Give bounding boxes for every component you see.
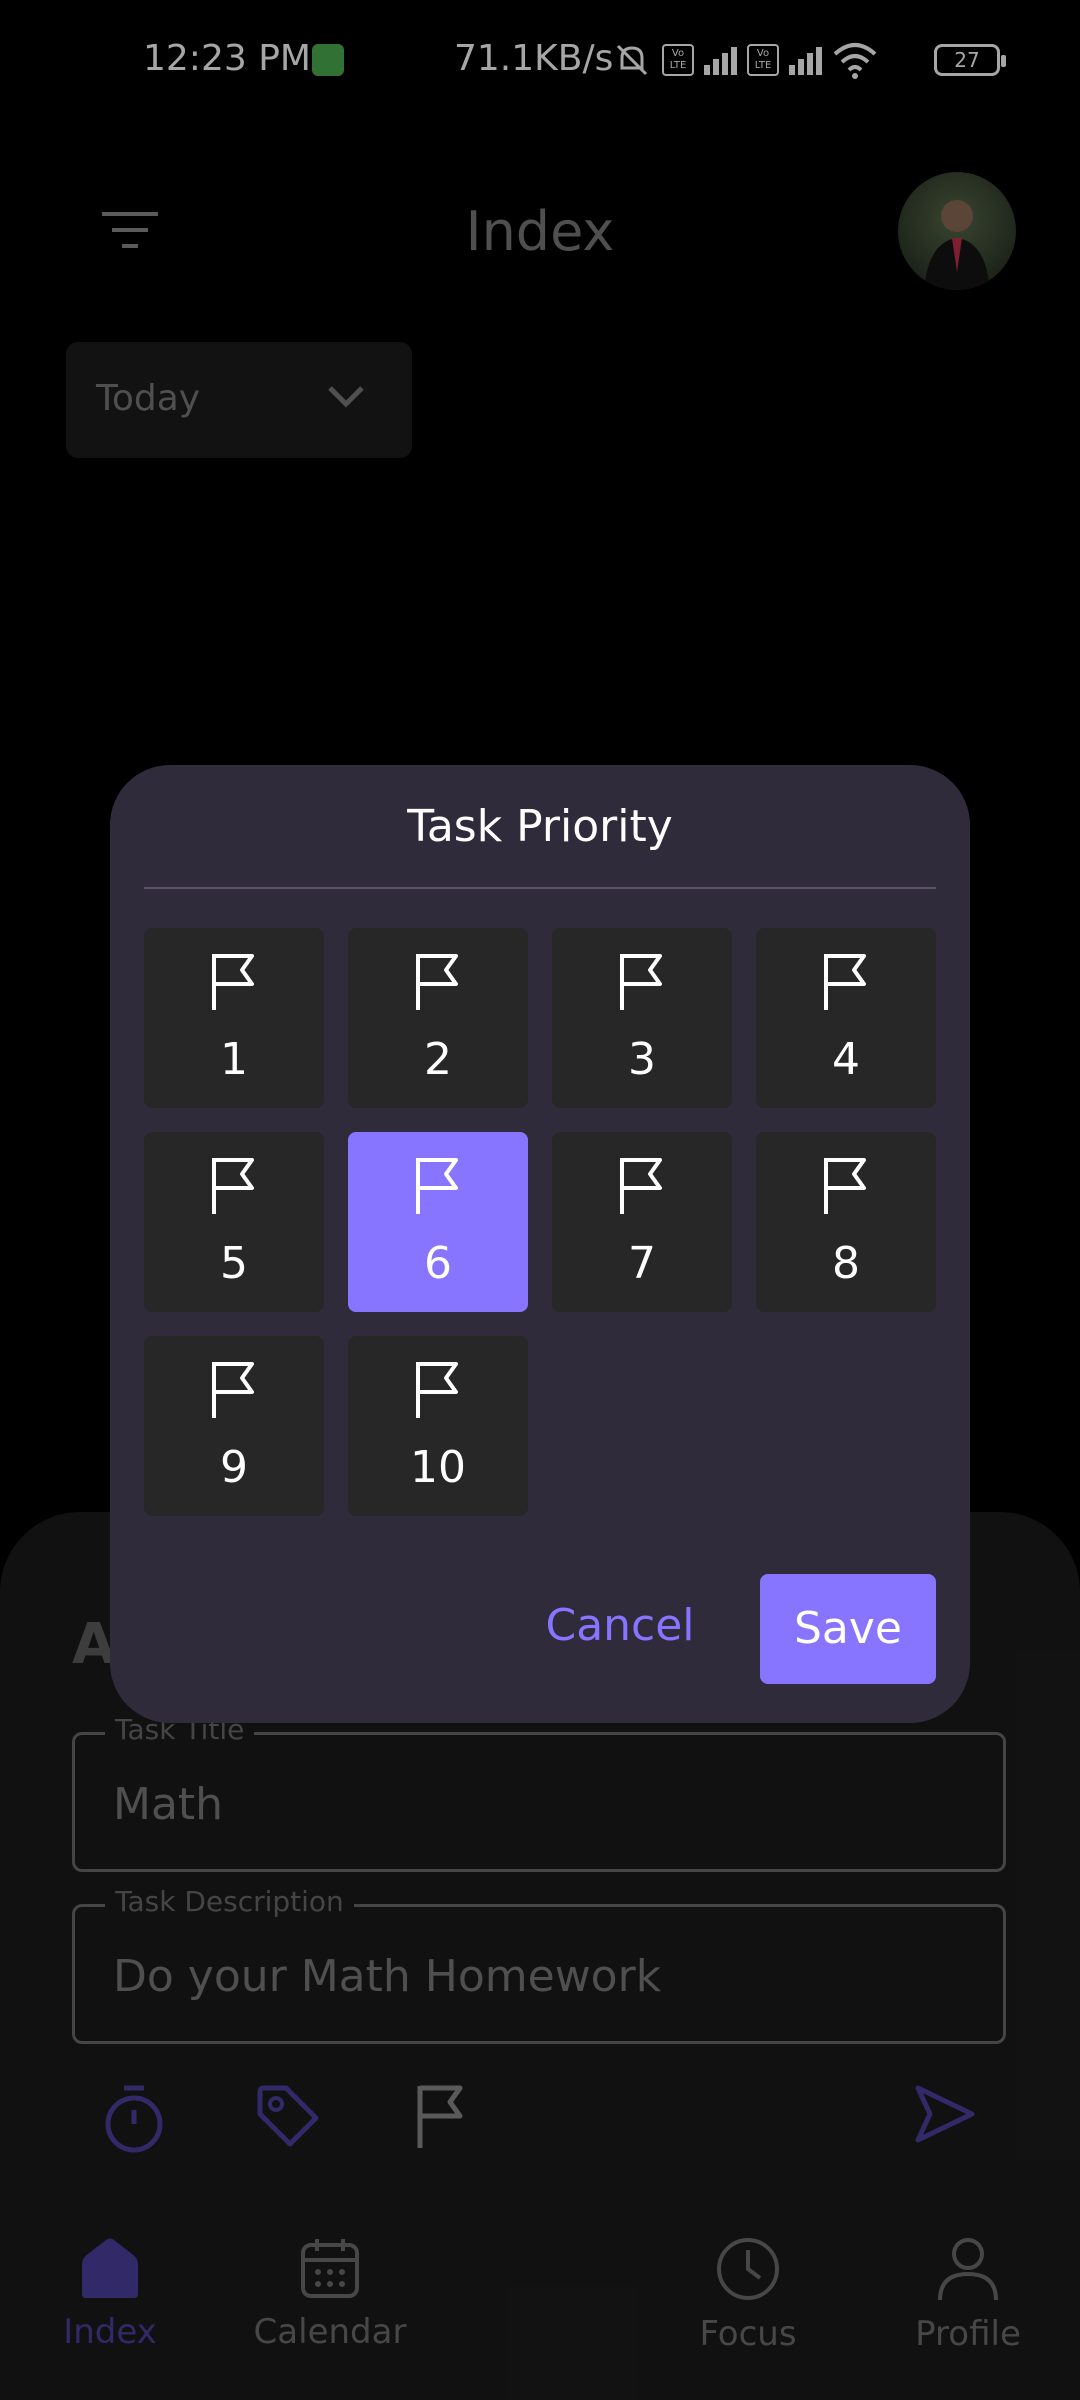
priority-option-7[interactable]: 7: [552, 1132, 732, 1312]
priority-number: 10: [410, 1442, 466, 1493]
priority-number: 8: [832, 1238, 860, 1289]
flag-icon: [620, 1158, 662, 1214]
flag-icon: [416, 1158, 458, 1214]
task-priority-dialog: Task Priority 1 2 3 4 5 6 7 8 9 10 Cance…: [110, 765, 970, 1723]
dialog-title: Task Priority: [407, 801, 673, 852]
priority-number: 2: [424, 1034, 452, 1085]
cancel-button[interactable]: Cancel: [510, 1571, 730, 1681]
priority-number: 5: [220, 1238, 248, 1289]
flag-icon: [212, 1362, 254, 1418]
priority-number: 9: [220, 1442, 248, 1493]
flag-icon: [212, 954, 254, 1010]
priority-option-6-selected[interactable]: 6: [348, 1132, 528, 1312]
priority-option-5[interactable]: 5: [144, 1132, 324, 1312]
dialog-divider: [144, 887, 936, 889]
priority-number: 3: [628, 1034, 656, 1085]
priority-number: 7: [628, 1238, 656, 1289]
flag-icon: [824, 954, 866, 1010]
priority-option-10[interactable]: 10: [348, 1336, 528, 1516]
priority-number: 1: [220, 1034, 248, 1085]
priority-option-3[interactable]: 3: [552, 928, 732, 1108]
flag-icon: [824, 1158, 866, 1214]
flag-icon: [212, 1158, 254, 1214]
priority-option-2[interactable]: 2: [348, 928, 528, 1108]
priority-number: 6: [424, 1238, 452, 1289]
flag-icon: [620, 954, 662, 1010]
priority-option-1[interactable]: 1: [144, 928, 324, 1108]
flag-icon: [416, 1362, 458, 1418]
save-button[interactable]: Save: [760, 1574, 936, 1684]
flag-icon: [416, 954, 458, 1010]
priority-number: 4: [832, 1034, 860, 1085]
priority-option-4[interactable]: 4: [756, 928, 936, 1108]
priority-option-8[interactable]: 8: [756, 1132, 936, 1312]
priority-option-9[interactable]: 9: [144, 1336, 324, 1516]
